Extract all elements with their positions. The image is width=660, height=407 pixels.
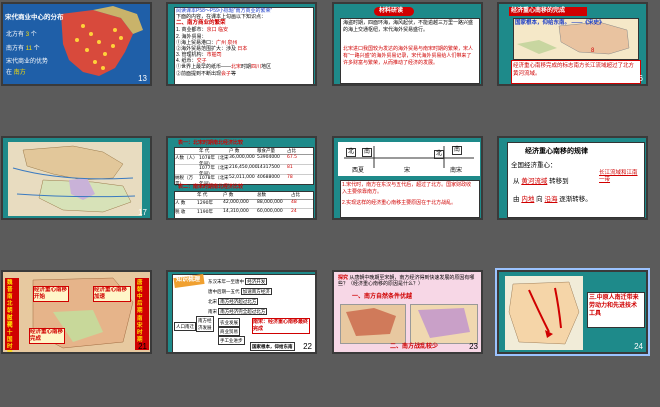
slide-number: 22: [303, 342, 312, 351]
label-era-1: 西夏: [352, 168, 365, 174]
map-regions: [12, 145, 136, 213]
slide-title: 经济重心南移的规律: [525, 148, 588, 155]
badge-label: 材料研读: [379, 8, 404, 14]
slide-thumbnail-19[interactable]: 北 南 北 南 西夏 宋 南宋 1.宋代时，南方在东汉与五代后，超过了北方。国家…: [332, 136, 483, 220]
node-base: 国家根本，仰给东南: [250, 342, 295, 351]
row-4: 南宋 南方经济完全超过北方: [208, 308, 268, 315]
era-southern-song: 南宋时期: [137, 316, 143, 343]
answer-number: 8: [591, 48, 595, 54]
table-row: 人 数 1290年 42,000,000 88,000,000 48: [175, 200, 313, 209]
answer-yangtze: 长江流域和江南一带: [599, 170, 638, 183]
map-shapes: [346, 308, 470, 338]
slide-thumbnail-20[interactable]: 经济重心南移的规律 全国经济重心： 从 黄河流域 转移到 长江流域和江南一带 由…: [497, 136, 648, 220]
slide-number: 23: [469, 342, 478, 351]
row-1: 东汉末年一至唐中 经济开发: [208, 278, 268, 285]
slide-thumbnail-15[interactable]: 材料研读 海盗时期，四面环海，海风起伏，不能逾越三万里一路兴盛的海上交通枢纽，宋…: [332, 2, 483, 86]
slide-thumbnail-13[interactable]: 宋代商业中心的分布 北方有 3 个 南方有 11 个 宋代商业的优势 在 南方 …: [1, 2, 152, 86]
stage-start: 经济重心南移开始: [33, 286, 69, 302]
line-direction: 由 内地 向 沿海 逐渐转移。: [513, 196, 592, 203]
label-south: 南: [362, 148, 373, 157]
slide-thumbnail-22[interactable]: 知识梳理 东汉末年一至唐中 经济开发 唐中后期一五代 加速南方经济 北宋 南方经…: [166, 270, 317, 354]
era-late-tang: 唐朝中后期: [137, 280, 143, 314]
stage-accelerate: 经济重心南移加速: [93, 286, 131, 302]
table-1-title: 表一：北宋时期南北经济比较: [178, 140, 244, 146]
table-2-header: 年 代户 数总数 占比: [175, 192, 313, 200]
slide-thumbnail-24[interactable]: 三.中原人南迁带来劳动力和先进技术工具 24: [495, 268, 650, 356]
table-2: 年 代户 数总数 占比 人 数 1290年 42,000,000 88,000,000 4…: [174, 191, 314, 218]
table-row: 人数（人） 1078年（北宋年间） 36,000,000 53904000 67.5: [175, 155, 313, 167]
line-in: 在 南方: [6, 70, 26, 76]
line-cities: 1. 商业都市：京口 临安: [176, 27, 228, 33]
slide-thumbnail-17[interactable]: 17: [1, 136, 152, 220]
slide-thumbnail-21[interactable]: 魏晋南北朝时期 五代十国时期 唐朝中后期 南宋时期 经济重心南移开始 经济重心南…: [1, 270, 152, 354]
badge-label: 知识梳理: [176, 277, 201, 283]
slide-number: 15: [469, 74, 478, 83]
row-3: 北宋 南方经济超过北方: [208, 298, 259, 305]
table-2-title: 表二：南宋时期南北经济比较: [178, 184, 244, 190]
node-handicraft: 手工业进步: [218, 336, 245, 345]
slide-number: 21: [138, 342, 147, 351]
label-north: 北: [346, 148, 357, 157]
slide-number: 18: [303, 208, 312, 217]
node-migration: 人口南迁: [174, 322, 196, 331]
era-five-dynasties: 五代十国时期: [7, 316, 13, 354]
conclusion-text: 经济重心南移完成的标志南方长江流域超过了北方黄河流域。: [513, 63, 635, 77]
table-1: 年 代 户 数 粮食产量 占比 人数（人） 1078年（北宋年间） 36,000,0…: [174, 147, 314, 187]
node-agriculture: 农业发展: [218, 318, 240, 327]
line-first-money: ①世界上最早的纸币——北宋时期四川地区: [176, 64, 272, 70]
line-center: 全国经济重心：: [511, 162, 557, 169]
slide-title: 宋代商业中心的分布: [5, 14, 64, 21]
slide-number: 14: [303, 74, 312, 83]
slide-number: 20: [634, 208, 643, 217]
table-1-header: 年 代 户 数 粮食产量 占比: [175, 148, 313, 155]
conclusion: 南宋：经济重心南移最终完成: [252, 318, 310, 334]
label-era-2: 宋: [404, 168, 411, 174]
line-advantage: 宋代商业的优势: [6, 59, 49, 65]
quote: 国家根本，仰给东南。 ——《宋史》: [515, 20, 605, 26]
section-heading: 二、南方商业的繁荣: [176, 20, 226, 26]
stage-complete: 经济重心南移完成: [29, 328, 65, 344]
conclusion-text: 三.中原人南迁带来劳动力和先进技术工具: [589, 295, 639, 317]
label-north-2: 北: [434, 150, 445, 159]
label-south-2: 南: [452, 146, 463, 155]
slide-number: 17: [138, 208, 147, 217]
slide-number: 13: [138, 74, 147, 83]
answer-1: 1.宋代时，南方在东汉与五代后，超过了北方。国家财政收入主要依靠南方。: [342, 182, 472, 195]
table-row: 纳税（万贯） 1078年（北宋年间） 52,011,000 40688000 78: [175, 175, 293, 187]
line-north: 北方有 3 个: [6, 32, 37, 38]
node-commerce: 商业贸易: [218, 327, 240, 336]
slide-thumbnail-16[interactable]: 经济重心南移的完成 国家根本，仰给东南。 ——《宋史》 8 经济重心南移完成的标…: [497, 2, 648, 86]
slide-number: 16: [634, 74, 643, 83]
slide-thumbnail-14[interactable]: 阅读课本P58～P59小标题“南方商业的繁荣” 下面的内容，在课本上勾画以下知识…: [166, 2, 317, 86]
row-2: 唐中后期一五代 加速南方经济: [208, 288, 272, 295]
slide-number: 19: [469, 208, 478, 217]
node-development: 南方经济发展: [196, 316, 214, 332]
line-huizi: ②前面提到不断出现会子等: [176, 71, 237, 77]
label-era-3: 南宋: [450, 168, 463, 174]
answer-2: 2.实现这样的经济重心南移主要原因在于北方战乱。: [342, 200, 457, 206]
slide-thumbnail-18[interactable]: 表一：北宋时期南北经济比较 年 代 户 数 粮食产量 占比 人数（人） 1078年…: [166, 136, 317, 220]
material-paragraph-1: 海盗时期，四面环海，海风起伏，不能逾越三万里一路兴盛的海上交通枢纽，宋代海外贸易…: [343, 20, 474, 33]
slide-thumbnail-23[interactable]: 探究 从唐朝中晚期至宋朝，南方经济得到快速发展的原因有哪些？（经济重心南移的原因…: [332, 270, 483, 354]
line-south: 南方有 11 个: [6, 46, 40, 52]
slide-number: 24: [634, 342, 643, 351]
answer-2: 二、南方战乱较少: [390, 344, 439, 350]
table-row: 税 收 1190年 14,310,000 60,000,000 24: [175, 209, 297, 215]
material-paragraph-2: 北宋进口我国较为发达的海外贸易与南宋时期的繁荣，宋人有“一路兴盛”的海外贸易记录…: [343, 46, 474, 66]
line-from: 从 黄河流域 转移到: [513, 178, 569, 185]
migration-map: [32, 277, 134, 349]
table-row: 1077年（北宋年间） 216,450,000 14317500 81: [175, 165, 313, 177]
